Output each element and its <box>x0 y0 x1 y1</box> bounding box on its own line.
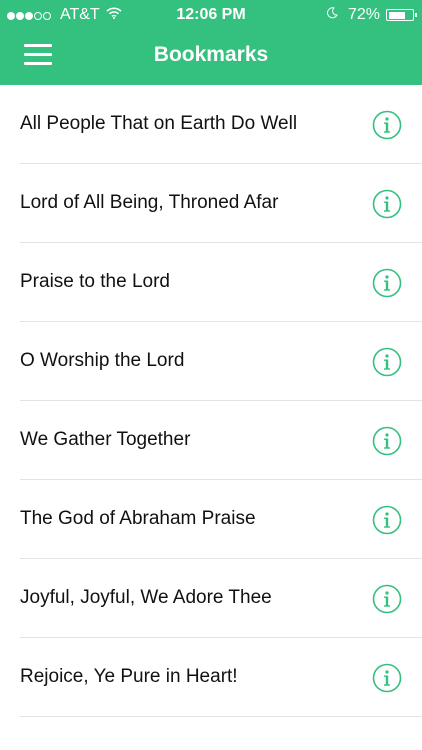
info-icon[interactable] <box>372 268 402 298</box>
info-icon[interactable] <box>372 663 402 693</box>
info-icon[interactable] <box>372 189 402 219</box>
info-icon[interactable] <box>372 110 402 140</box>
nav-header: AT&T 12:06 PM 72% Bookmarks <box>0 0 422 85</box>
bookmark-title: Praise to the Lord <box>20 271 170 292</box>
bookmark-title: All People That on Earth Do Well <box>20 113 298 134</box>
info-icon[interactable] <box>372 505 402 535</box>
battery-icon <box>386 9 417 21</box>
bookmark-title: Joyful, Joyful, We Adore Thee <box>20 587 272 608</box>
battery-percent: 72% <box>347 6 380 23</box>
bookmark-list: All People That on Earth Do Well Lord of … <box>0 85 422 717</box>
bookmark-title: Rejoice, Ye Pure in Heart! <box>20 666 238 687</box>
page-title: Bookmarks <box>153 43 269 66</box>
status-bar: AT&T 12:06 PM 72% <box>0 0 422 30</box>
list-item[interactable]: Joyful, Joyful, We Adore Thee <box>0 559 422 638</box>
list-item[interactable]: O Worship the Lord <box>0 322 422 401</box>
info-icon[interactable] <box>372 426 402 456</box>
bookmark-title: O Worship the Lord <box>20 350 185 371</box>
list-item[interactable]: The God of Abraham Praise <box>0 480 422 559</box>
moon-icon <box>326 6 338 24</box>
list-item[interactable]: We Gather Together <box>0 401 422 480</box>
bookmark-title: We Gather Together <box>20 429 191 450</box>
list-item[interactable]: All People That on Earth Do Well <box>0 85 422 164</box>
bookmark-title: The God of Abraham Praise <box>20 508 256 529</box>
status-right: 72% <box>326 6 417 24</box>
list-item[interactable]: Praise to the Lord <box>0 243 422 322</box>
bookmark-title: Lord of All Being, Throned Afar <box>20 192 279 213</box>
info-icon[interactable] <box>372 584 402 614</box>
list-item[interactable]: Lord of All Being, Throned Afar <box>0 164 422 243</box>
list-item[interactable]: Rejoice, Ye Pure in Heart! <box>0 638 422 717</box>
info-icon[interactable] <box>372 347 402 377</box>
